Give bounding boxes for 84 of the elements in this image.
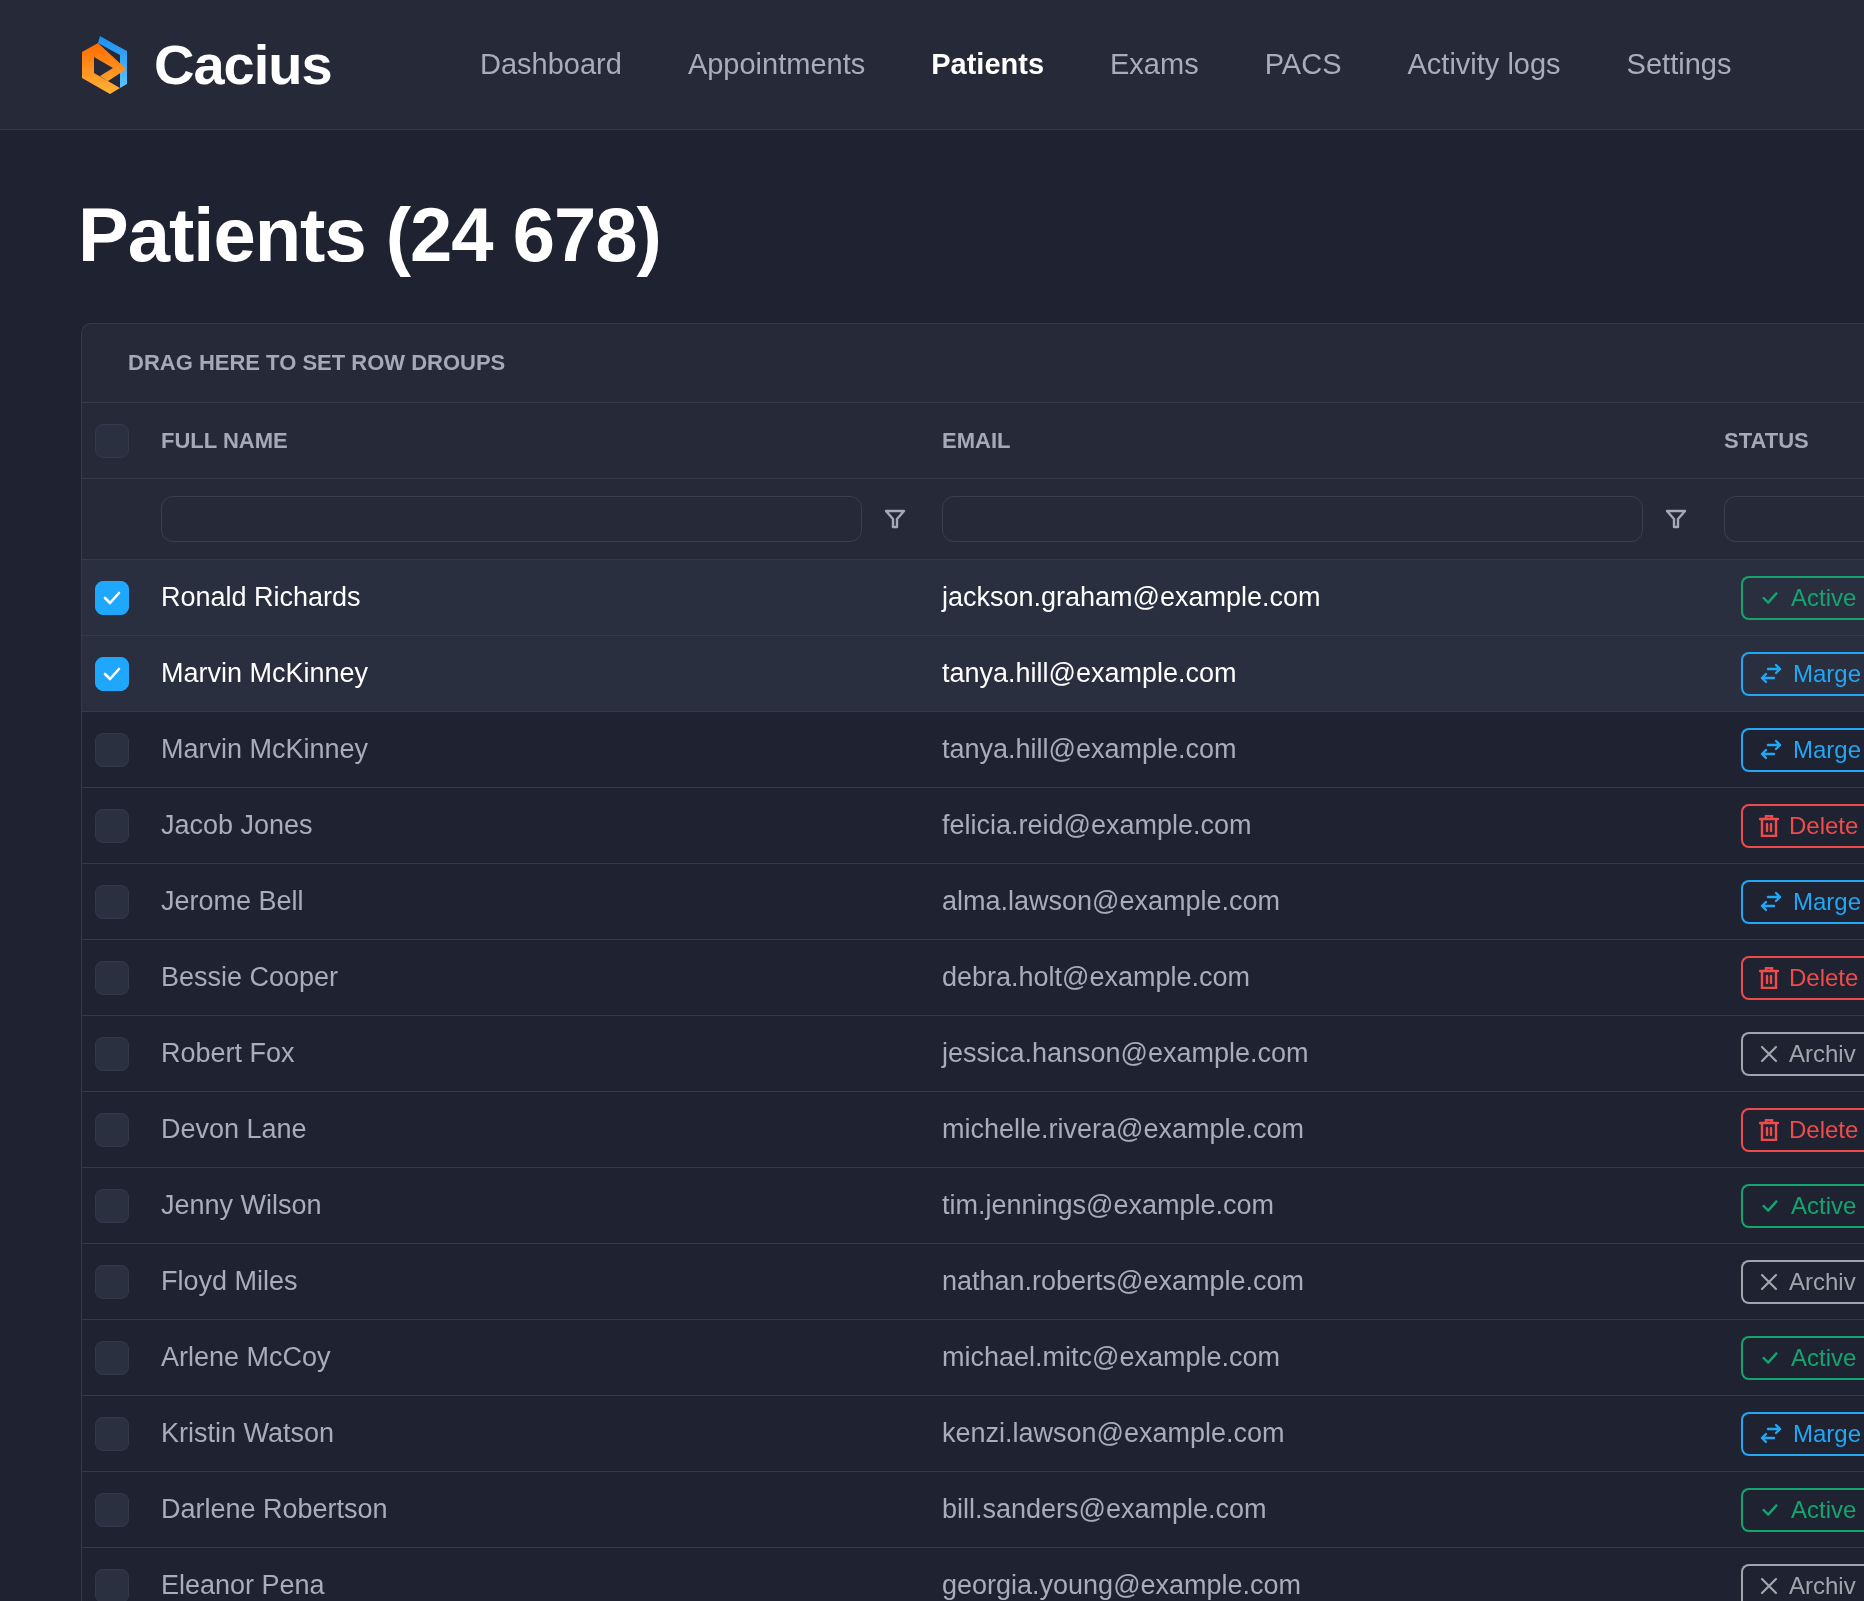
patient-email: kenzi.lawson@example.com [942,1418,1285,1448]
status-tag: Active [1741,1335,1864,1380]
status-tag: Delete [1741,1107,1864,1152]
nav-link[interactable]: Patients [931,48,1045,81]
patient-email: bill.sanders@example.com [942,1494,1267,1524]
swap-arrows-icon [1759,1422,1783,1445]
row-checkbox[interactable] [95,1188,129,1223]
status-tag: Marge [1741,727,1864,772]
status-tag: Marge [1741,1411,1864,1456]
status-tag: Archiv [1741,1259,1864,1304]
patient-email: tanya.hill@example.com [942,658,1237,688]
patient-email: jessica.hanson@example.com [942,1038,1309,1068]
page-title: Patients (24 678) [78,191,662,279]
filter-field[interactable] [942,496,1643,542]
nav-link[interactable]: Exams [1110,48,1199,81]
status-tag: Archiv [1741,1563,1864,1601]
close-icon [1759,1575,1779,1596]
row-checkbox[interactable] [95,960,129,995]
patient-name: Darlene Robertson [161,1494,388,1524]
filter-field[interactable] [161,496,862,542]
patient-email: tim.jennings@example.com [942,1190,1275,1220]
column-header[interactable]: EMAIL [942,427,1011,453]
close-icon [1759,1271,1779,1292]
patient-name: Floyd Miles [161,1266,298,1296]
row-checkbox[interactable] [95,1492,129,1527]
patient-name: Jerome Bell [161,886,304,916]
patient-email: jackson.graham@example.com [942,582,1321,612]
column-header[interactable]: STATUS [1724,427,1809,453]
column-header[interactable]: FULL NAME [161,427,288,453]
swap-arrows-icon [1759,890,1783,913]
patient-name: Robert Fox [161,1038,295,1068]
status-tag: Active [1741,1183,1864,1228]
status-tag: Active [1741,575,1864,620]
patient-name: Jacob Jones [161,810,313,840]
status-tag: Marge [1741,651,1864,696]
row-checkbox[interactable] [95,1416,129,1451]
row-checkbox[interactable] [95,808,129,843]
nav-link[interactable]: PACS [1264,48,1342,81]
patient-name: Jenny Wilson [161,1190,322,1220]
row-checkbox[interactable] [95,656,129,691]
nav-link[interactable]: Dashboard [480,48,622,81]
patient-name: Devon Lane [161,1114,307,1144]
swap-arrows-icon [1759,662,1783,685]
row-checkbox[interactable] [95,580,129,615]
row-checkbox[interactable] [95,1568,129,1601]
swap-arrows-icon [1759,738,1783,761]
patient-email: michelle.rivera@example.com [942,1114,1305,1144]
patient-name: Marvin McKinney [161,658,369,688]
filter-icon[interactable] [884,508,906,530]
status-tag: Archiv [1741,1031,1864,1076]
patient-name: Ronald Richards [161,582,361,612]
patient-name: Eleanor Pena [161,1570,325,1600]
row-checkbox[interactable] [95,732,129,767]
group-drop-hint: DRAG HERE TO SET ROW DROUPS [128,350,506,376]
patient-email: michael.mitc@example.com [942,1342,1280,1372]
status-tag: Active [1741,1487,1864,1532]
status-tag: Delete [1741,803,1864,848]
patient-name: Marvin McKinney [161,734,369,764]
trash-icon [1759,814,1779,837]
row-checkbox[interactable] [95,1340,129,1375]
filter-icon[interactable] [1665,508,1687,530]
brand-name: Cacius [154,32,332,97]
row-checkbox[interactable] [95,884,129,919]
patient-email: georgia.young@example.com [942,1570,1302,1600]
row-checkbox[interactable] [95,1112,129,1147]
filter-field[interactable] [1724,496,1864,542]
row-checkbox[interactable] [95,1264,129,1299]
patient-name: Bessie Cooper [161,962,339,992]
patient-name: Kristin Watson [161,1418,335,1448]
close-icon [1759,1043,1779,1064]
nav-link[interactable]: Activity logs [1407,48,1561,81]
patient-email: felicia.reid@example.com [942,810,1252,840]
trash-icon [1759,1118,1779,1141]
nav-link[interactable]: Appointments [687,48,866,81]
patient-email: nathan.roberts@example.com [942,1266,1305,1296]
patient-email: alma.lawson@example.com [942,886,1281,916]
nav-link[interactable]: Settings [1626,48,1732,81]
row-checkbox[interactable] [95,1036,129,1071]
patient-email: debra.holt@example.com [942,962,1251,992]
trash-icon [1759,966,1779,989]
patient-email: tanya.hill@example.com [942,734,1237,764]
patient-name: Arlene McCoy [161,1342,331,1372]
status-tag: Marge [1741,879,1864,924]
status-tag: Delete [1741,955,1864,1000]
